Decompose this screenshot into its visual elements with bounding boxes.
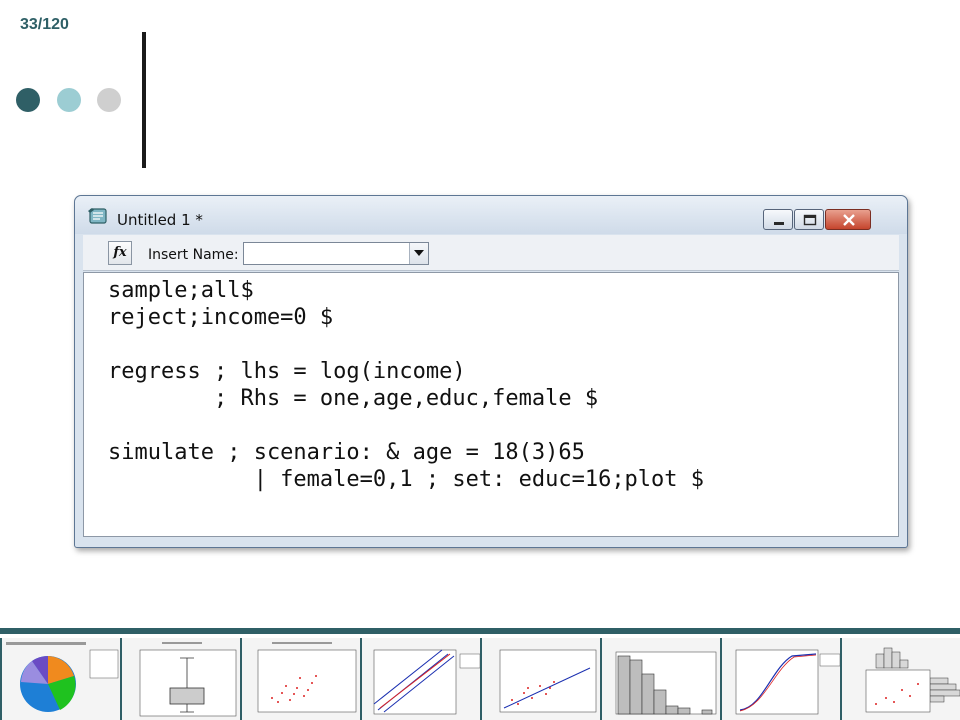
- thumbnail-histogram[interactable]: [600, 638, 720, 720]
- code-line: reject;income=0 $: [108, 305, 334, 330]
- code-editor[interactable]: sample;all$ reject;income=0 $ regress ; …: [83, 272, 899, 537]
- thumbnail-marginal-plot[interactable]: [840, 638, 960, 720]
- thumbnail-probability-plot[interactable]: [360, 638, 481, 720]
- thumbnail-scatter-plot[interactable]: [240, 638, 360, 720]
- close-icon: [843, 214, 855, 226]
- insert-name-label: Insert Name:: [148, 247, 239, 263]
- thumbnail-regression-plot[interactable]: [480, 638, 600, 720]
- minimize-button[interactable]: [763, 209, 793, 230]
- code-line: | female=0,1 ; set: educ=16;plot $: [108, 467, 705, 492]
- close-button[interactable]: [825, 209, 871, 230]
- editor-window: Untitled 1 * fx Insert Name: sample;all$…: [74, 195, 908, 548]
- notepad-icon: [87, 207, 109, 225]
- slide-number: 33/120: [20, 16, 69, 33]
- decor-dot-gray: [97, 88, 121, 112]
- chevron-down-icon: [414, 250, 424, 256]
- thumbnail-pie-chart[interactable]: [0, 638, 120, 720]
- minimize-icon: [774, 222, 784, 225]
- window-titlebar[interactable]: Untitled 1 *: [75, 196, 907, 234]
- maximize-button[interactable]: [794, 209, 824, 230]
- decor-dot-light: [57, 88, 81, 112]
- insert-name-dropdown[interactable]: [243, 242, 429, 265]
- window-toolbar: fx Insert Name:: [83, 235, 899, 271]
- decor-dot-dark: [16, 88, 40, 112]
- code-line: ; Rhs = one,age,educ,female $: [108, 386, 599, 411]
- dropdown-arrow-button[interactable]: [409, 243, 428, 264]
- thumbnail-box-plot[interactable]: [120, 638, 240, 720]
- fx-button[interactable]: fx: [108, 241, 132, 265]
- code-line: sample;all$: [108, 278, 254, 303]
- thumbnail-cdf-plot[interactable]: [720, 638, 841, 720]
- maximize-icon: [803, 214, 817, 226]
- window-title: Untitled 1 *: [117, 211, 203, 229]
- decor-vertical-bar: [142, 32, 146, 168]
- code-line: simulate ; scenario: & age = 18(3)65: [108, 440, 585, 465]
- code-line: regress ; lhs = log(income): [108, 359, 466, 384]
